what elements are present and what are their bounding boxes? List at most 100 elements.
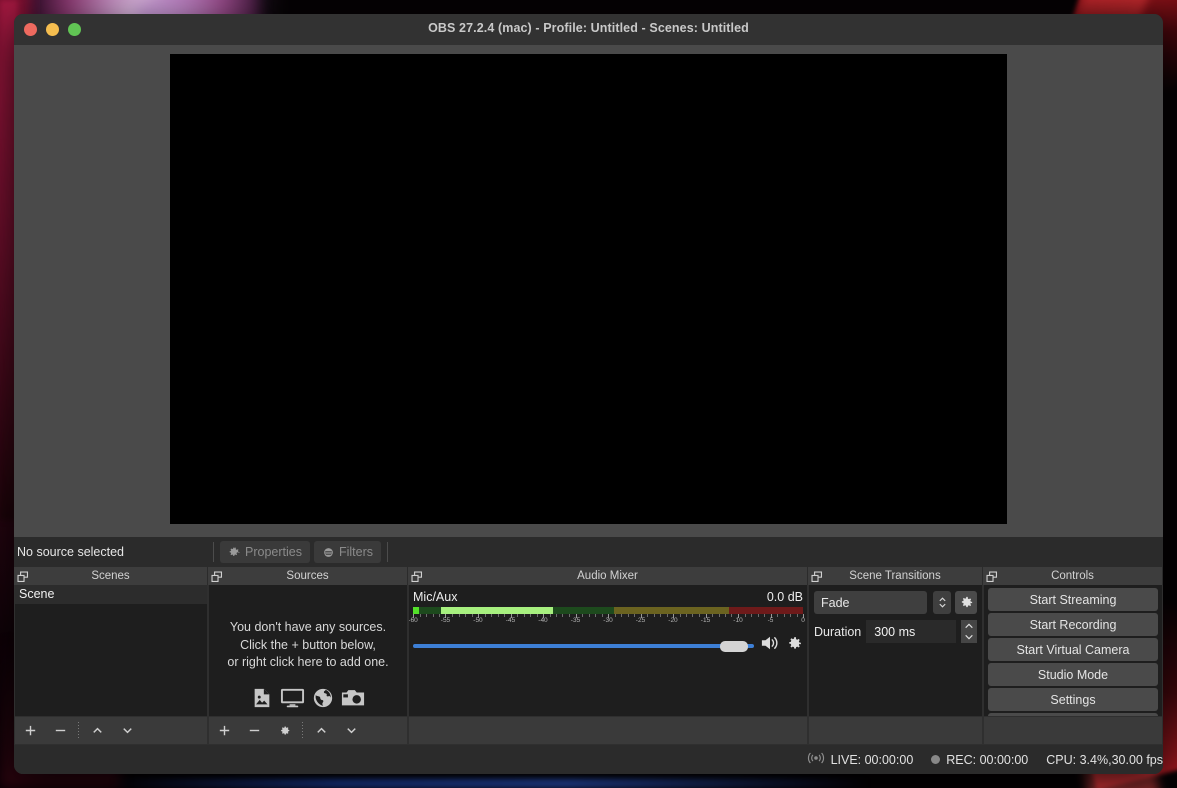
dock-row: Scenes Scene Sources You don't have any … bbox=[14, 567, 1163, 745]
meter-tick-minor bbox=[556, 614, 557, 617]
meter-tick-minor bbox=[530, 614, 531, 617]
camera-icon bbox=[341, 687, 365, 714]
start-virtual-camera-button[interactable]: Start Virtual Camera bbox=[988, 638, 1158, 661]
no-source-selected-label: No source selected bbox=[17, 545, 125, 559]
start-recording-button[interactable]: Start Recording bbox=[988, 613, 1158, 636]
record-dot-icon bbox=[931, 755, 941, 764]
exit-button[interactable]: Exit bbox=[988, 713, 1158, 716]
move-source-up-button[interactable] bbox=[306, 718, 336, 744]
controls-dock: Controls Start Streaming Start Recording… bbox=[983, 567, 1163, 745]
volume-slider-track bbox=[413, 643, 754, 648]
move-source-down-button[interactable] bbox=[336, 718, 366, 744]
filters-button[interactable]: Filters bbox=[313, 541, 382, 563]
image-icon bbox=[251, 687, 273, 714]
volume-slider[interactable] bbox=[413, 637, 754, 655]
add-source-button[interactable] bbox=[209, 718, 239, 744]
meter-tick-minor bbox=[523, 614, 525, 617]
source-settings-button[interactable] bbox=[269, 718, 299, 744]
meter-tick-minor bbox=[718, 614, 720, 617]
mixer-channel-name: Mic/Aux bbox=[413, 590, 458, 604]
remove-source-button[interactable] bbox=[239, 718, 269, 744]
rec-status: REC: 00:00:00 bbox=[931, 753, 1028, 767]
scenes-dock-header[interactable]: Scenes bbox=[14, 567, 208, 585]
meter-tick-minor bbox=[595, 614, 596, 617]
audio-meter-scale: -60 -55 -50 -45 -40 -35 -30 -25 -20 -15 -10 -5 0 bbox=[409, 614, 805, 625]
mixer-settings-gear-icon[interactable] bbox=[786, 635, 803, 657]
sources-empty-message: You don't have any sources. Click the + … bbox=[209, 619, 407, 672]
preview-canvas[interactable] bbox=[170, 54, 1007, 524]
cpu-status: CPU: 3.4%,30.00 fps bbox=[1046, 753, 1163, 767]
meter-tick-label: -5 bbox=[767, 617, 774, 624]
volume-slider-handle[interactable] bbox=[720, 640, 748, 652]
remove-scene-button[interactable] bbox=[45, 718, 75, 744]
meter-tick-minor bbox=[458, 614, 460, 617]
move-scene-up-button[interactable] bbox=[82, 718, 112, 744]
transition-select[interactable]: Fade bbox=[814, 591, 927, 614]
meter-tick-minor bbox=[627, 614, 629, 617]
window-title: OBS 27.2.4 (mac) - Profile: Untitled - S… bbox=[428, 21, 749, 35]
speaker-on-icon[interactable] bbox=[760, 634, 780, 657]
duration-input[interactable]: 300 ms bbox=[866, 620, 956, 643]
studio-mode-button[interactable]: Studio Mode bbox=[988, 663, 1158, 686]
meter-tick-label: 0 bbox=[801, 617, 805, 624]
toolbar-divider-2 bbox=[387, 542, 389, 562]
gear-icon bbox=[228, 546, 241, 559]
meter-tick-minor bbox=[790, 614, 791, 617]
meter-tick-minor bbox=[419, 614, 421, 617]
scene-list-item[interactable]: Scene bbox=[15, 585, 207, 604]
sources-empty-icon-row bbox=[209, 685, 407, 715]
meter-tick-label: -55 bbox=[440, 617, 451, 624]
meter-tick-minor bbox=[751, 614, 752, 617]
duration-stepper[interactable] bbox=[961, 620, 977, 643]
display-capture-icon bbox=[280, 685, 305, 715]
meter-tick-label: -25 bbox=[635, 617, 646, 624]
meter-tick-minor bbox=[465, 614, 466, 617]
controls-dock-title: Controls bbox=[1051, 570, 1094, 582]
sources-empty-line-3: or right click here to add one. bbox=[227, 655, 389, 669]
audio-level-gap bbox=[419, 607, 442, 614]
transition-select-stepper[interactable] bbox=[933, 591, 951, 614]
meter-tick-label: -30 bbox=[603, 617, 613, 624]
sources-empty-line-2: Click the + button below, bbox=[240, 637, 376, 652]
preview-area[interactable] bbox=[14, 45, 1163, 537]
transitions-dock-title: Scene Transitions bbox=[849, 570, 941, 582]
meter-tick-label: -45 bbox=[505, 617, 516, 624]
meter-tick-minor bbox=[757, 614, 759, 617]
meter-tick-minor bbox=[491, 614, 492, 617]
broadcast-icon bbox=[807, 751, 825, 768]
scenes-list[interactable]: Scene bbox=[14, 585, 208, 717]
meter-tick-minor bbox=[692, 614, 694, 617]
meter-tick-minor bbox=[796, 614, 798, 617]
transition-properties-button[interactable] bbox=[955, 591, 977, 614]
meter-tick-minor bbox=[711, 614, 713, 617]
meter-tick-minor bbox=[621, 614, 622, 617]
sources-dock-title: Sources bbox=[286, 570, 329, 582]
sources-dock-header[interactable]: Sources bbox=[208, 567, 408, 585]
duration-label: Duration bbox=[814, 624, 862, 639]
transitions-dock-header[interactable]: Scene Transitions bbox=[808, 567, 983, 585]
obs-main-window: OBS 27.2.4 (mac) - Profile: Untitled - S… bbox=[14, 14, 1163, 774]
meter-tick-label: -35 bbox=[570, 617, 581, 624]
start-streaming-button[interactable]: Start Streaming bbox=[988, 588, 1158, 611]
meter-tick-label: -60 bbox=[408, 617, 418, 624]
properties-button[interactable]: Properties bbox=[220, 541, 310, 563]
move-scene-down-button[interactable] bbox=[112, 718, 142, 744]
source-toolbar: No source selected Properties Filters bbox=[14, 537, 1163, 567]
filters-button-label: Filters bbox=[338, 545, 374, 559]
meter-tick-label: -15 bbox=[700, 617, 711, 624]
audio-mixer-dock: Audio Mixer Mic/Aux 0.0 dB -60 -55 -50 -45-… bbox=[408, 567, 808, 745]
meter-tick-minor bbox=[679, 614, 681, 617]
mixer-dock-header[interactable]: Audio Mixer bbox=[408, 567, 808, 585]
sources-list[interactable]: You don't have any sources. Click the + … bbox=[208, 585, 408, 717]
scenes-dock: Scenes Scene bbox=[14, 567, 208, 745]
meter-tick-minor bbox=[660, 614, 661, 617]
settings-button[interactable]: Settings bbox=[988, 688, 1158, 711]
transitions-body: Fade Duration 300 ms bbox=[808, 585, 983, 717]
browser-globe-icon bbox=[312, 687, 334, 714]
meter-tick-minor bbox=[647, 614, 648, 617]
meter-tick-label: -20 bbox=[668, 617, 678, 624]
meter-tick-minor bbox=[777, 614, 778, 617]
controls-dock-header[interactable]: Controls bbox=[983, 567, 1163, 585]
add-scene-button[interactable] bbox=[15, 718, 45, 744]
window-titlebar[interactable]: OBS 27.2.4 (mac) - Profile: Untitled - S… bbox=[14, 14, 1163, 46]
